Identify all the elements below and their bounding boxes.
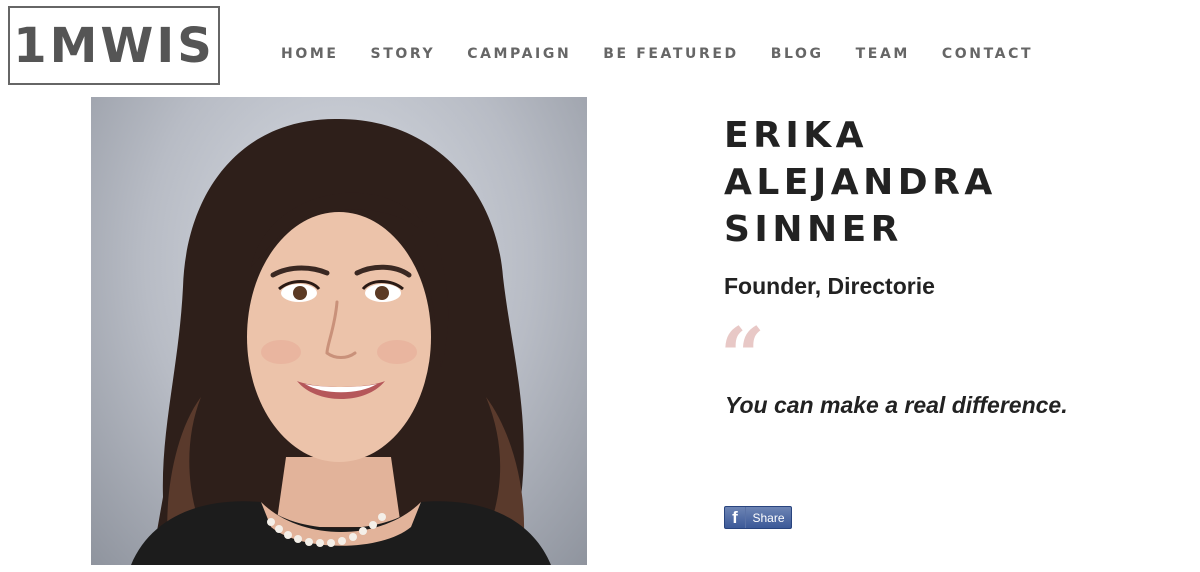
profile-details: ERIKA ALEJANDRA SINNER Founder, Director… — [724, 112, 1164, 300]
nav-item-home[interactable]: HOME — [281, 44, 339, 64]
site-logo[interactable]: 1MWIS — [8, 6, 220, 85]
nav-item-be-featured[interactable]: BE FEATURED — [603, 44, 738, 64]
nav-item-team[interactable]: TEAM — [856, 44, 910, 64]
logo-text: 1MWIS — [13, 17, 215, 74]
profile-quote: You can make a real difference. — [725, 392, 1068, 418]
quote-icon: “ — [720, 311, 765, 402]
profile-photo — [91, 97, 587, 565]
profile-name-first: ERIKA — [724, 115, 868, 156]
facebook-icon: f — [725, 507, 746, 528]
main-nav: HOME STORY CAMPAIGN BE FEATURED BLOG TEA… — [281, 44, 1033, 64]
facebook-share-button[interactable]: f Share — [724, 506, 792, 529]
nav-item-blog[interactable]: BLOG — [771, 44, 824, 64]
nav-item-story[interactable]: STORY — [371, 44, 436, 64]
profile-name-last: SINNER — [724, 209, 903, 250]
nav-item-campaign[interactable]: CAMPAIGN — [467, 44, 571, 64]
nav-item-contact[interactable]: CONTACT — [942, 44, 1033, 64]
profile-role: Founder, Directorie — [724, 273, 935, 299]
profile-name-middle: ALEJANDRA — [724, 162, 997, 203]
share-label: Share — [752, 510, 785, 525]
